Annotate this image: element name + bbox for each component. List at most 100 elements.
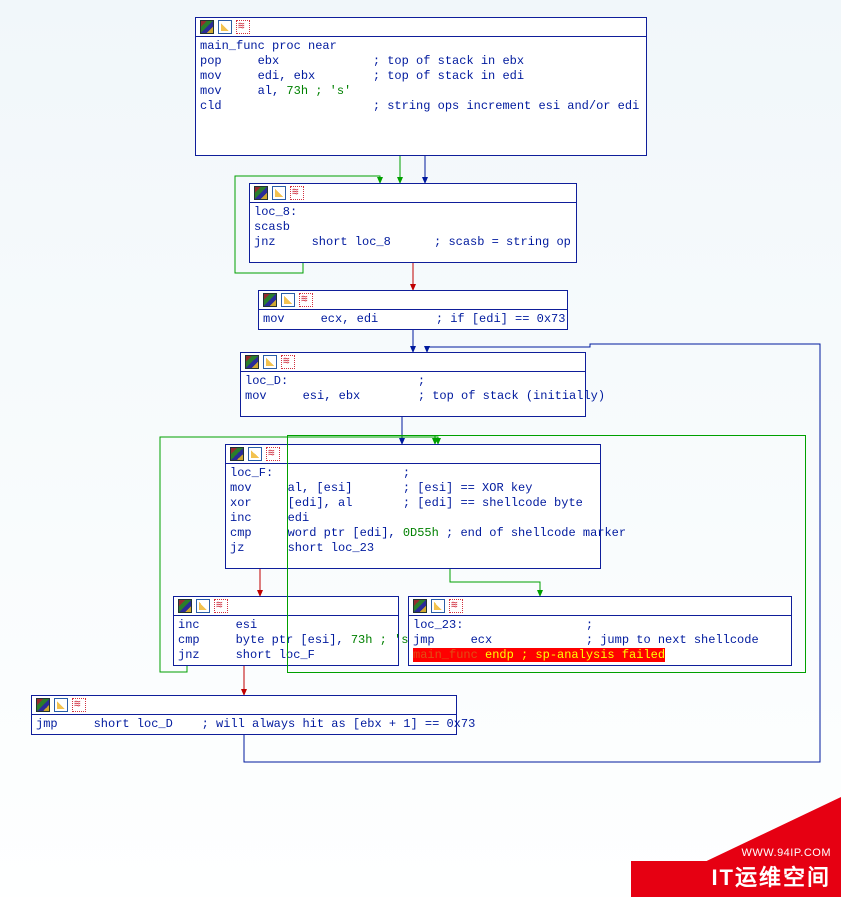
node-code: loc_D: ;mov esi, ebx ; top of stack (ini…: [241, 372, 585, 406]
code-token: loc_23:: [413, 618, 586, 632]
edit-icon: [281, 293, 295, 307]
node-code: jmp short loc_D ; will always hit as [eb…: [32, 715, 456, 734]
node-G[interactable]: loc_23: ;jmp ecx ; jump to next shellcod…: [408, 596, 792, 666]
code-token: ; end of shellcode marker: [446, 526, 626, 540]
node-code: loc_F: ;mov al, [esi] ; [esi] == XOR key…: [226, 464, 600, 558]
node-code: mov ecx, edi ; if [edi] == 0x73: [259, 310, 567, 329]
node-titlebar: [409, 597, 791, 616]
edit-icon: [54, 698, 68, 712]
edit-icon: [218, 20, 232, 34]
code-token: ;: [418, 374, 425, 388]
node-titlebar: [259, 291, 567, 310]
node-A[interactable]: main_func proc near pop ebx ; top of stac…: [195, 17, 647, 156]
code-token: ; top of stack in ebx: [373, 54, 524, 68]
palette-icon: [263, 293, 277, 307]
node-D[interactable]: loc_D: ;mov esi, ebx ; top of stack (ini…: [240, 352, 586, 417]
palette-icon: [230, 447, 244, 461]
graph-icon: [236, 20, 250, 34]
edit-icon: [196, 599, 210, 613]
node-code: loc_23: ;jmp ecx ; jump to next shellcod…: [409, 616, 791, 665]
watermark-bar: IT运维空间: [631, 861, 841, 897]
code-token: cmp word ptr [edi],: [230, 526, 403, 540]
palette-icon: [178, 599, 192, 613]
node-H[interactable]: jmp short loc_D ; will always hit as [eb…: [31, 695, 457, 735]
node-code: main_func proc near pop ebx ; top of stac…: [196, 37, 646, 116]
code-token: jnz short: [178, 648, 279, 662]
code-token: loc_23: [331, 541, 374, 555]
code-token: mov: [200, 69, 258, 83]
code-token: main_func: [200, 39, 272, 53]
code-token: ebx: [258, 54, 373, 68]
graph-icon: [214, 599, 228, 613]
code-token: mov: [200, 84, 258, 98]
code-token: ; 's': [315, 84, 351, 98]
node-titlebar: [32, 696, 456, 715]
code-token: loc_8:: [254, 205, 297, 219]
node-titlebar: [226, 445, 600, 464]
node-B[interactable]: loc_8:scasbjnz short loc_8 ; scasb = str…: [249, 183, 577, 263]
code-token: cld: [200, 99, 373, 113]
palette-icon: [36, 698, 50, 712]
code-token: inc edi: [230, 511, 309, 525]
code-token: mov ecx, edi: [263, 312, 436, 326]
code-token: ; will always hit as [ebx + 1] == 0x73: [202, 717, 476, 731]
watermark-label: IT运维空间: [711, 865, 831, 890]
code-token: short: [312, 235, 355, 249]
node-C[interactable]: mov ecx, edi ; if [edi] == 0x73: [258, 290, 568, 330]
code-token: al,: [258, 84, 287, 98]
node-E[interactable]: loc_F: ;mov al, [esi] ; [esi] == XOR key…: [225, 444, 601, 569]
code-token: jmp ecx: [413, 633, 586, 647]
code-token: loc_F:: [230, 466, 403, 480]
code-token: ; top of stack in edi: [373, 69, 524, 83]
code-token: ; [edi] == shellcode byte: [403, 496, 583, 510]
code-token: proc near: [272, 39, 337, 53]
code-token: scasb: [254, 220, 290, 234]
code-token: 73h: [351, 633, 380, 647]
code-token: edi, ebx: [258, 69, 373, 83]
code-token: ;: [403, 466, 410, 480]
code-token: mov: [245, 389, 303, 403]
graph-icon: [281, 355, 295, 369]
edit-icon: [431, 599, 445, 613]
code-token: ; jump to next shellcode: [586, 633, 759, 647]
graph-icon: [449, 599, 463, 613]
graph-icon: [299, 293, 313, 307]
node-titlebar: [174, 597, 398, 616]
node-F[interactable]: inc esicmp byte ptr [esi], 73h ; 's'jnz …: [173, 596, 399, 666]
code-token: jnz: [254, 235, 312, 249]
palette-icon: [413, 599, 427, 613]
code-token: 0D55h: [403, 526, 446, 540]
graph-icon: [72, 698, 86, 712]
code-token: 73h: [286, 84, 315, 98]
code-token: main_func: [413, 648, 478, 662]
watermark-url: WWW.94IP.COM: [741, 847, 831, 859]
node-code: inc esicmp byte ptr [esi], 73h ; 's'jnz …: [174, 616, 398, 665]
code-token: ; [esi] == XOR key: [403, 481, 533, 495]
palette-icon: [200, 20, 214, 34]
code-token: inc esi: [178, 618, 257, 632]
code-token: ; top of stack (initially): [418, 389, 605, 403]
code-token: loc_F: [279, 648, 315, 662]
code-token: ; string ops increment esi and/or edi: [373, 99, 639, 113]
edit-icon: [263, 355, 277, 369]
edge: [450, 569, 540, 596]
node-titlebar: [250, 184, 576, 203]
node-titlebar: [196, 18, 646, 37]
edit-icon: [272, 186, 286, 200]
code-token: ; if [edi] == 0x73: [436, 312, 566, 326]
graph-icon: [290, 186, 304, 200]
edit-icon: [248, 447, 262, 461]
code-token: loc_8: [355, 235, 434, 249]
code-token: loc_D: [137, 717, 202, 731]
graph-icon: [266, 447, 280, 461]
palette-icon: [254, 186, 268, 200]
code-token: loc_D:: [245, 374, 418, 388]
code-token: mov al, [esi]: [230, 481, 403, 495]
code-token: endp ; sp-analysis failed: [478, 648, 665, 662]
code-token: jmp short: [36, 717, 137, 731]
code-token: pop: [200, 54, 258, 68]
node-titlebar: [241, 353, 585, 372]
code-token: cmp byte ptr [esi],: [178, 633, 351, 647]
node-code: loc_8:scasbjnz short loc_8 ; scasb = str…: [250, 203, 576, 252]
code-token: xor [edi], al: [230, 496, 403, 510]
